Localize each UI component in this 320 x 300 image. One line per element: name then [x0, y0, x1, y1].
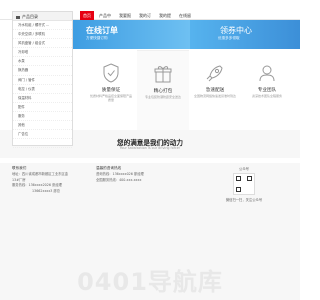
sidebar-item-label: 风机盘管 / 组合式	[18, 41, 46, 46]
watermark: 0401导航库	[0, 262, 300, 296]
sidebar-item-label: 冷水机组 / 螺杆式 ...	[18, 23, 50, 27]
sidebar-item-label: 服务	[18, 113, 25, 118]
banner-subtitle: 方便快捷订购	[86, 36, 108, 40]
nav-orders[interactable]: 我的订单	[136, 11, 154, 27]
footer-qr: 公众号 微信扫一扫，关注公众号	[224, 166, 264, 202]
feature-desc: 专业包装防潮防震安全送达	[144, 95, 181, 99]
sidebar-item[interactable]: 风机盘管 / 组合式	[13, 39, 72, 49]
banner-online-order[interactable]: 在线订单 方便快捷订购	[73, 20, 190, 49]
feature-packing: 精心打包 专业包装防潮防震安全送达	[137, 50, 189, 140]
sidebar-item-label: 配件	[18, 104, 25, 109]
banner-subtitle: 优惠多多领取	[218, 36, 240, 40]
feature-desc: 资深技术团队全程服务	[251, 94, 282, 98]
banner-title: 领券中心	[220, 26, 252, 35]
category-sidebar: 产品目录 冷水机组 / 螺杆式 ... 中央空调 / 多联机 风机盘管 / 组合…	[12, 11, 73, 149]
feature-desc: 优质材料严格品控全面保障产品质量	[89, 94, 132, 103]
nav-message[interactable]: 在线留言	[176, 11, 194, 27]
banner-title: 在线订单	[86, 26, 118, 35]
sidebar-item-label: 中央空调 / 多联机	[18, 32, 46, 37]
sidebar-item-label: 电控 / 仪表	[18, 86, 35, 91]
sidebar-item-label: 保温材料	[18, 95, 32, 100]
category-header[interactable]: 产品目录	[13, 12, 72, 21]
menu-icon	[16, 15, 20, 19]
footer-hotline-line: 咨询热线：136xxxx026 廖经理	[96, 171, 144, 176]
rocket-icon	[206, 65, 223, 82]
nav-products[interactable]: 产品中心	[96, 11, 114, 27]
feature-desc: 全国物流网络快速发货准时到达	[193, 94, 236, 98]
watermark-text: 0401导航库	[77, 268, 223, 296]
sidebar-item-label: 阀门 / 管件	[18, 77, 35, 82]
sidebar-item[interactable]: 配件	[13, 103, 72, 112]
nav-quote[interactable]: 我要报价	[116, 11, 134, 27]
qr-caption: 微信扫一扫，关注公众号	[225, 198, 263, 202]
sidebar-item[interactable]: 中央空调 / 多联机	[13, 30, 72, 40]
feature-title: 质量保证	[101, 88, 121, 93]
footer-hotline: 温馨的咨询热线 咨询热线：136xxxx026 廖经理 全国服务热线：400-x…	[96, 166, 144, 183]
feature-team: 专业团队 资深技术团队全程服务	[241, 50, 293, 140]
nav-reminders[interactable]: 我的提醒	[156, 11, 174, 27]
feature-title: 专业团队	[257, 88, 277, 93]
qr-title: 公众号	[239, 167, 249, 171]
sidebar-item[interactable]: 阀门 / 管件	[13, 76, 72, 85]
footer-contact-line: 13662xxxx3 廖总	[32, 189, 61, 194]
gift-icon	[154, 66, 172, 83]
footer-contact: 联系我们 地址：四川省成都市新都区工业东区金 13#厂房 服务热线：136xxx…	[12, 166, 68, 195]
sidebar-item[interactable]: 冷却塔	[13, 48, 72, 58]
feature-title: 急速配送	[205, 88, 225, 93]
feature-quality: 质量保证 优质材料严格品控全面保障产品质量	[85, 50, 137, 140]
shield-icon	[103, 63, 119, 83]
features-row: 质量保证 优质材料严格品控全面保障产品质量 精心打包 专业包装防潮防震安全送达 …	[73, 50, 300, 140]
sidebar-item[interactable]: 冷水机组 / 螺杆式 ...	[13, 21, 72, 31]
footer-hotline-line: 全国服务热线：400-xxx-xxxx	[96, 177, 142, 182]
sidebar-item[interactable]	[13, 139, 72, 149]
sidebar-item[interactable]: 其他	[13, 121, 72, 131]
sidebar-item-label: 水泵	[18, 59, 25, 64]
sidebar-item-label: 其他	[18, 123, 25, 128]
sidebar-item[interactable]: 换热器	[13, 66, 72, 76]
feature-title: 精心打包	[153, 89, 173, 94]
sidebar-item-label: 广告位	[18, 132, 29, 137]
sidebar-item[interactable]: 电控 / 仪表	[13, 85, 72, 94]
nav-home[interactable]: 首页	[80, 11, 94, 20]
sidebar-item[interactable]: 水泵	[13, 57, 72, 67]
sidebar-item[interactable]: 服务	[13, 112, 72, 122]
user-icon	[259, 65, 275, 82]
sidebar-item[interactable]: 保温材料	[13, 94, 72, 103]
sidebar-item-label: 换热器	[18, 68, 29, 73]
sidebar-item-label: 冷却塔	[18, 50, 29, 55]
qr-code-icon	[233, 173, 255, 195]
footer-contact-line: 地址：四川省成都市新都区工业东区金	[12, 171, 69, 176]
feature-delivery: 急速配送 全国物流网络快速发货准时到达	[189, 50, 241, 140]
sidebar-item[interactable]: 广告位	[13, 130, 72, 140]
banner-coupon-center[interactable]: 领券中心 优惠多多领取	[190, 20, 300, 49]
category-header-label: 产品目录	[22, 14, 38, 19]
